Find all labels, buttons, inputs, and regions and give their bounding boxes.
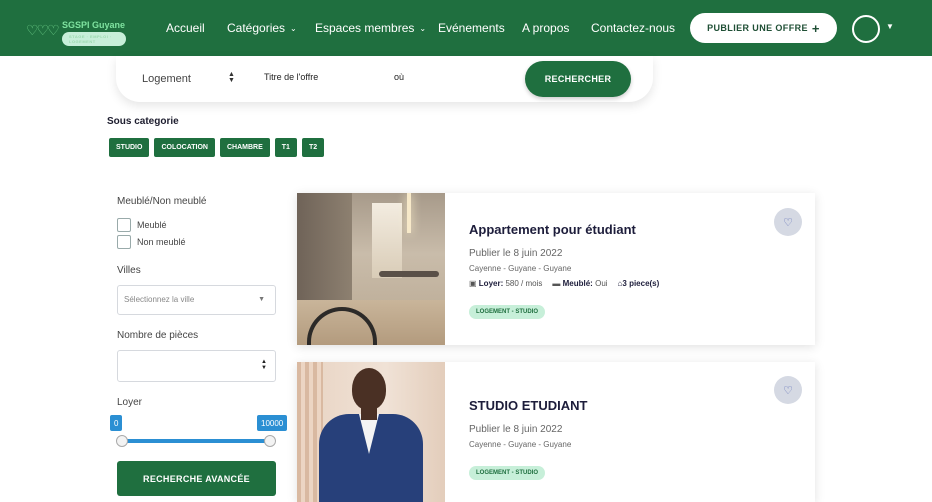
listing-published-date: Publier le 8 juin 2022 [469, 248, 563, 259]
rent-value: 580 / mois [505, 279, 543, 288]
listing-location: Cayenne - Guyane - Guyane [469, 440, 572, 449]
chip-t1[interactable]: T1 [274, 138, 297, 157]
advanced-search-button[interactable]: RECHERCHE AVANCÉE [117, 461, 276, 496]
city-select[interactable]: Sélectionnez la ville ▼ [117, 285, 276, 315]
listing-photo[interactable] [297, 362, 445, 502]
rent-filter-label: Loyer [117, 397, 143, 408]
logo-brand: SGSPI Guyane [62, 20, 126, 30]
money-icon: ▣ [469, 279, 477, 288]
heart-icon[interactable]: ♡ [774, 376, 802, 404]
listing-category-tag: LOGEMENT - STUDIO [469, 466, 545, 480]
nav-label: Evénements [438, 21, 505, 35]
nav-a-propos[interactable]: A propos [522, 21, 569, 35]
nav-accueil[interactable]: Accueil [166, 21, 205, 35]
nav-label: Espaces membres [315, 21, 415, 35]
chevron-down-icon: ⌄ [419, 24, 427, 33]
nav-evenements[interactable]: Evénements [438, 21, 505, 35]
nav-label: Accueil [166, 21, 205, 35]
rooms-select[interactable]: ▲ ▼ [117, 350, 276, 382]
city-placeholder: Sélectionnez la ville [124, 295, 195, 304]
listing-card[interactable]: Appartement pour étudiant Publier le 8 j… [297, 193, 815, 345]
rent-min-value: 0 [110, 415, 123, 431]
publish-offer-button[interactable]: PUBLIER UNE OFFRE + [690, 13, 837, 43]
subcategory-title: Sous categorie [107, 116, 179, 127]
plus-icon: + [811, 20, 820, 36]
caret-down-icon: ▼ [258, 296, 265, 303]
furnished-label: Meublé: [562, 279, 593, 288]
listing-location: Cayenne - Guyane - Guyane [469, 264, 572, 273]
publish-offer-label: PUBLIER UNE OFFRE [707, 23, 808, 33]
chip-chambre[interactable]: CHAMBRE [220, 138, 270, 157]
rooms-filter-label: Nombre de pièces [117, 330, 199, 341]
checkbox[interactable] [117, 235, 131, 249]
nav-label: Catégories [227, 21, 286, 35]
nav-espaces-membres[interactable]: Espaces membres ⌄ [315, 21, 426, 35]
rent-min-handle[interactable] [116, 435, 128, 447]
category-select[interactable]: Logement [142, 73, 191, 85]
listing-card[interactable]: STUDIO ETUDIANT Publier le 8 juin 2022 C… [297, 362, 815, 502]
subcategory-chips: STUDIO COLOCATION CHAMBRE T1 T2 [109, 138, 325, 157]
listing-category-tag: LOGEMENT - STUDIO [469, 305, 545, 319]
user-avatar[interactable] [852, 15, 880, 43]
nav-contact[interactable]: Contactez-nous [591, 21, 675, 35]
chip-t2[interactable]: T2 [301, 138, 325, 157]
listing-details: ▣ Loyer: 580 / mois ▬ Meublé: Oui ⌂3 pie… [469, 279, 659, 288]
furnished-option[interactable]: Meublé [117, 218, 167, 232]
chevron-down-icon: ⌄ [290, 24, 297, 33]
chip-studio[interactable]: STUDIO [109, 138, 150, 157]
rent-info: ▣ Loyer: 580 / mois [469, 279, 542, 288]
search-bar: Logement ▲ ▼ Titre de l'offre où RECHERCH… [116, 56, 653, 102]
rooms-info: ⌂3 piece(s) [618, 279, 660, 288]
furnished-value: Oui [595, 279, 608, 288]
checkbox-label: Meublé [137, 220, 167, 230]
checkbox[interactable] [117, 218, 131, 232]
location-input[interactable]: où [394, 72, 404, 82]
furnished-filter-label: Meublé/Non meublé [117, 196, 207, 207]
bed-icon: ▬ [552, 279, 561, 288]
listing-photo[interactable] [297, 193, 445, 345]
logo-tagline: STAGE · EMPLOI · LOGEMENT [62, 32, 126, 46]
search-button[interactable]: RECHERCHER [525, 61, 631, 97]
checkbox-label: Non meublé [137, 237, 186, 247]
top-navbar: ♡♡♡ SGSPI Guyane STAGE · EMPLOI · LOGEME… [0, 0, 932, 56]
offer-title-input[interactable]: Titre de l'offre [264, 72, 318, 82]
logo-hearts-icon: ♡♡♡ [26, 22, 60, 38]
rent-slider-track[interactable] [121, 439, 271, 443]
nav-label: A propos [522, 21, 570, 35]
listing-published-date: Publier le 8 juin 2022 [469, 424, 563, 435]
listing-title[interactable]: STUDIO ETUDIANT [469, 398, 587, 413]
rooms-value: 3 piece(s) [622, 279, 660, 288]
select-arrows-icon: ▲ ▼ [261, 359, 267, 371]
chip-colocation[interactable]: COLOCATION [154, 138, 215, 157]
select-arrows-icon: ▲ ▼ [228, 71, 235, 84]
rent-max-value: 10000 [257, 415, 288, 431]
furnished-info: ▬ Meublé: Oui [552, 279, 607, 288]
nav-label: Contactez-nous [591, 21, 676, 35]
rent-max-handle[interactable] [264, 435, 276, 447]
unfurnished-option[interactable]: Non meublé [117, 235, 186, 249]
caret-down-icon[interactable]: ▼ [886, 22, 894, 31]
city-filter-label: Villes [117, 265, 141, 276]
listing-title[interactable]: Appartement pour étudiant [469, 222, 636, 237]
site-logo[interactable]: ♡♡♡ SGSPI Guyane STAGE · EMPLOI · LOGEME… [26, 20, 126, 46]
rent-label: Loyer: [478, 279, 504, 288]
heart-icon[interactable]: ♡ [774, 208, 802, 236]
nav-categories[interactable]: Catégories ⌄ [227, 21, 297, 35]
